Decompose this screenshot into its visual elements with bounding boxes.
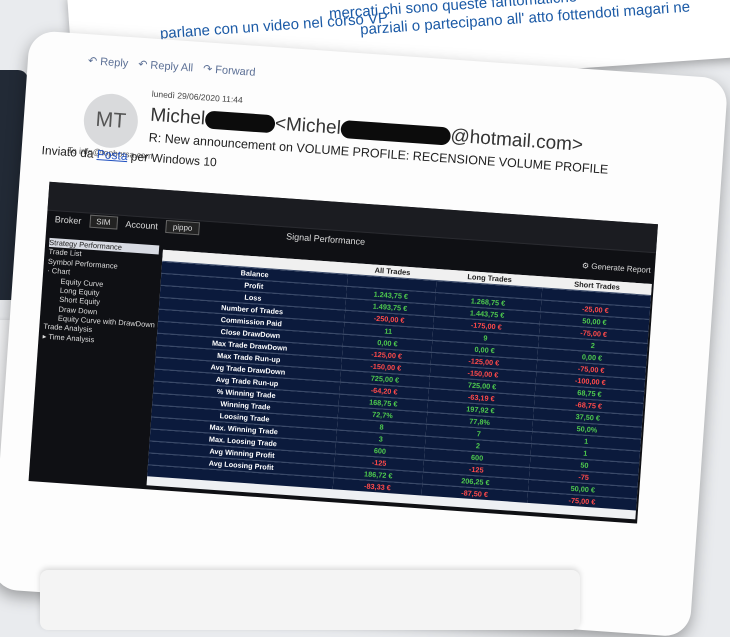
account-select[interactable]: pippo (165, 219, 200, 236)
navigation-tree: Strategy Performance Trade List Symbol Per… (42, 237, 160, 349)
reply-icon: ↶ (87, 55, 98, 68)
posta-link[interactable]: Posta (96, 147, 128, 163)
sent-prefix: Inviato da (41, 143, 98, 161)
forward-button[interactable]: ↷ Forward (203, 62, 256, 79)
reply-all-label: Reply All (149, 58, 194, 74)
forward-label: Forward (214, 63, 256, 79)
table-body: Balance Profit 1.243,75 €1.268,75 € -25,00 … (147, 261, 651, 511)
avatar: MT (82, 92, 140, 150)
sender-email-domain: @hotmail.com> (449, 125, 584, 156)
sender-name: Michel (149, 104, 206, 130)
reply-button[interactable]: ↶ Reply (88, 54, 129, 70)
broker-label: Broker (54, 213, 82, 226)
broker-select[interactable]: SIM (88, 214, 118, 230)
gear-icon: ⚙ (581, 261, 590, 271)
reply-label: Reply (99, 55, 129, 70)
sender-email-start: <Michel (274, 113, 342, 139)
redaction-bar (204, 110, 276, 134)
background-card-bottom (40, 570, 580, 630)
sent-suffix: per Windows 10 (127, 149, 218, 170)
reply-all-button[interactable]: ↶ Reply All (138, 58, 194, 75)
redaction-bar (340, 119, 452, 146)
performance-panel: All Trades Long Trades Short Trades Balanc… (146, 249, 652, 520)
generate-report-label: Generate Report (590, 261, 652, 275)
app-title: Signal Performance (285, 231, 366, 247)
account-label: Account (125, 218, 159, 231)
email-date: lunedì 29/06/2020 11:44 (151, 88, 244, 105)
forward-icon: ↷ (202, 63, 213, 76)
performance-table: All Trades Long Trades Short Trades Balanc… (147, 249, 652, 511)
reply-all-icon: ↶ (137, 58, 148, 72)
embedded-app-screenshot: Broker SIM Account pippo Signal Performa… (28, 181, 658, 524)
generate-report-button[interactable]: ⚙ Generate Report (582, 261, 651, 275)
email-card: ↶ Reply ↶ Reply All ↷ Forward MT lunedì 29/… (0, 30, 729, 637)
